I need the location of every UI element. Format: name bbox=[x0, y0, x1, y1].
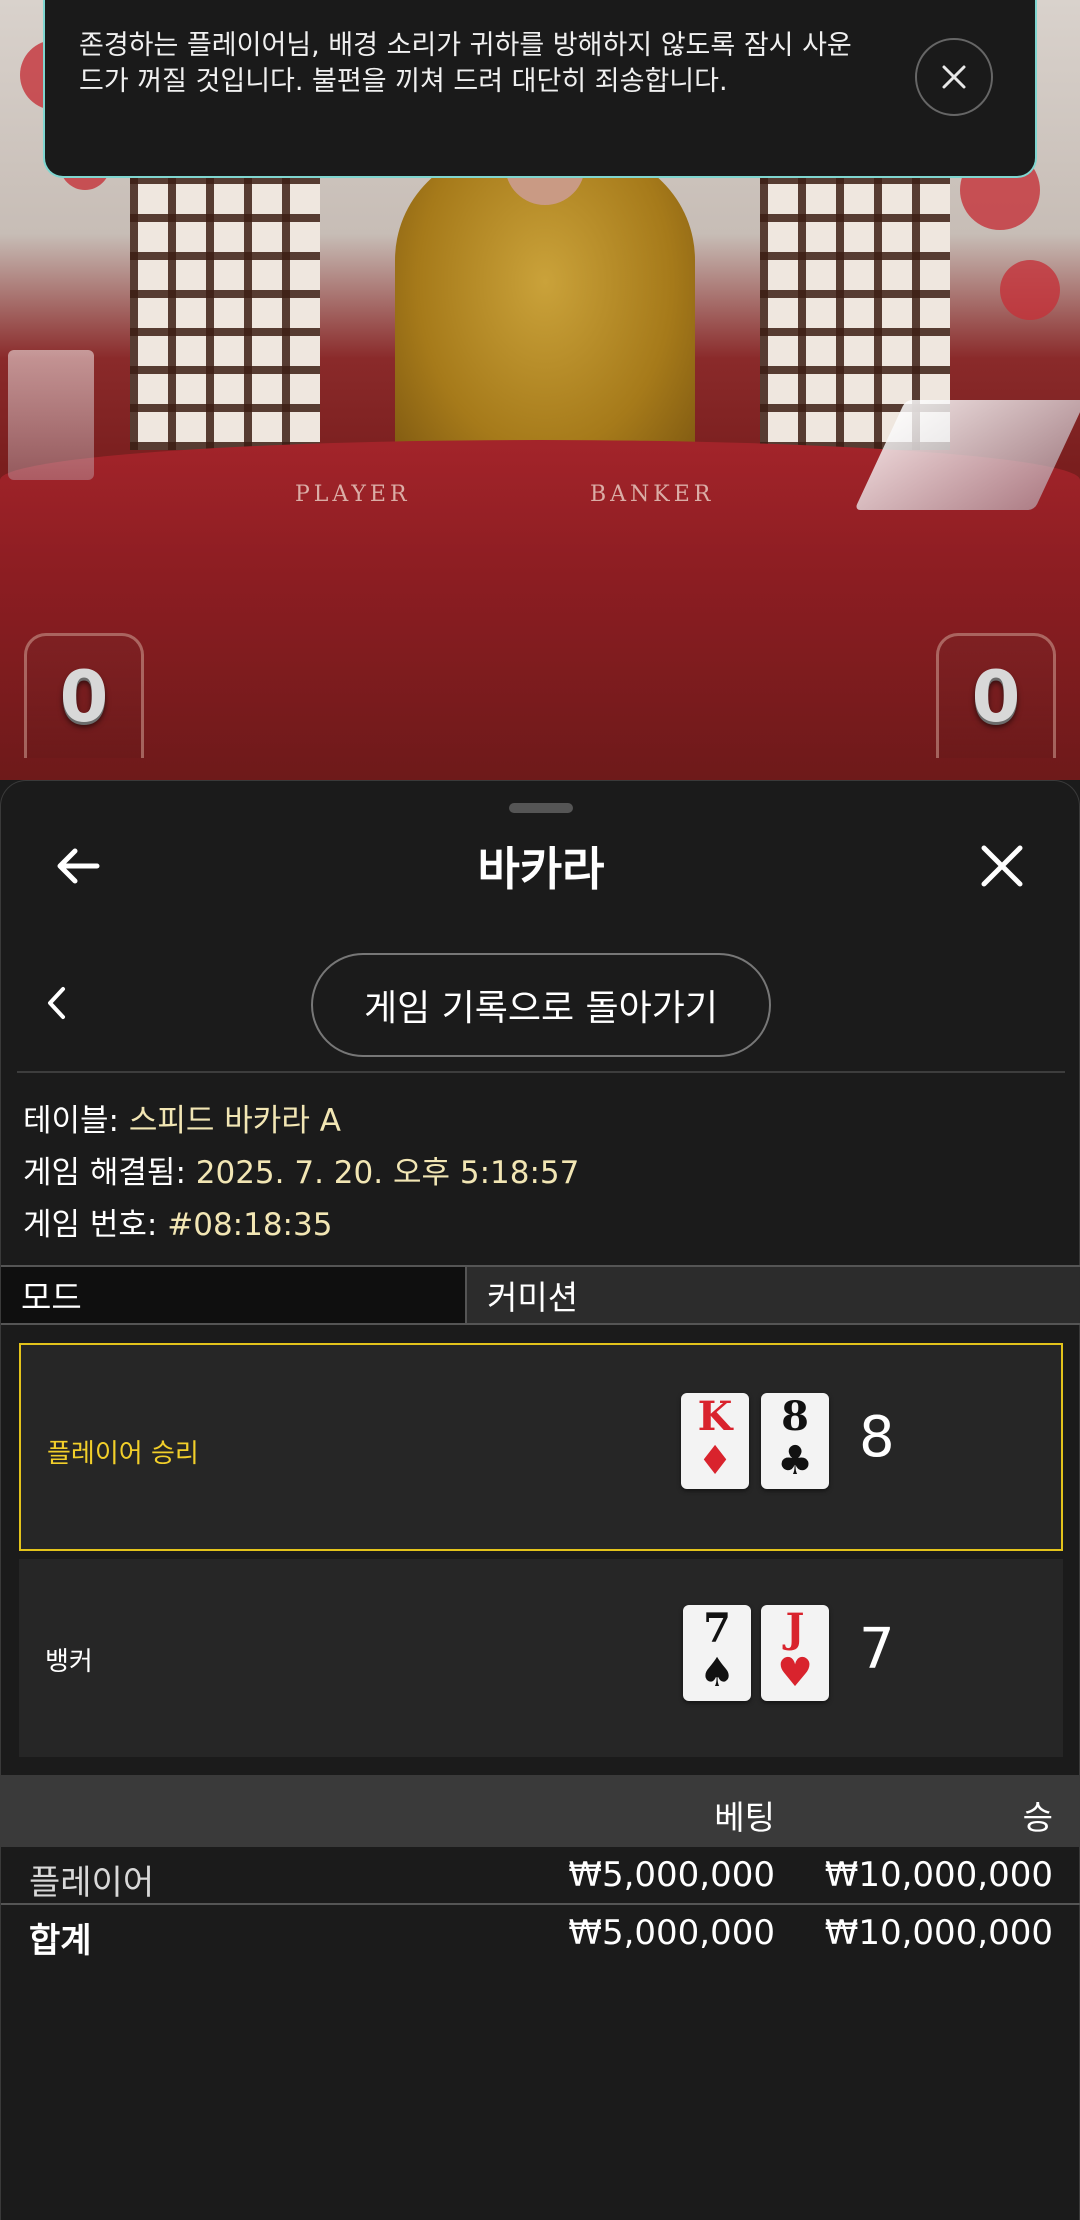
heart-suit-icon: ♥ bbox=[777, 1650, 813, 1696]
mode-row: 모드 커미션 bbox=[1, 1265, 1080, 1325]
blossom-decoration bbox=[1000, 260, 1060, 320]
sheet-drag-handle[interactable] bbox=[509, 803, 573, 813]
diamond-suit-icon: ♦ bbox=[697, 1438, 733, 1484]
win-amount: ₩10,000,000 bbox=[824, 1855, 1053, 1895]
felt-banker-label: BANKER bbox=[590, 482, 715, 507]
total-win-amount: ₩10,000,000 bbox=[824, 1913, 1053, 1953]
card-rank: 8 bbox=[781, 1393, 809, 1440]
game-number-value: #08:18:35 bbox=[167, 1207, 333, 1243]
banker-hand-total: 7 bbox=[859, 1617, 895, 1682]
card-rank: 7 bbox=[703, 1605, 731, 1652]
resolved-info-value: 2025. 7. 20. 오후 5:18:57 bbox=[195, 1155, 580, 1191]
banker-hand-row: 뱅커 7 ♠ J ♥ 7 bbox=[19, 1559, 1063, 1757]
mode-value: 커미션 bbox=[467, 1267, 1080, 1323]
game-number-label: 게임 번호: bbox=[23, 1207, 158, 1243]
total-label: 합계 bbox=[29, 1921, 92, 1961]
playing-card: 8 ♣ bbox=[761, 1393, 829, 1489]
bet-column-header: 베팅 bbox=[714, 1798, 775, 1837]
mode-label: 모드 bbox=[1, 1267, 467, 1323]
game-number-info: 게임 번호: #08:18:35 bbox=[23, 1199, 332, 1244]
close-icon bbox=[942, 65, 966, 89]
close-sheet-button[interactable] bbox=[977, 841, 1027, 891]
discard-tray bbox=[8, 350, 94, 480]
sound-notice-text: 존경하는 플레이어님, 배경 소리가 귀하를 방해하지 않도록 잠시 사운드가 … bbox=[79, 30, 852, 97]
banker-hand-label: 뱅커 bbox=[45, 1647, 93, 1677]
bet-name: 플레이어 bbox=[29, 1863, 155, 1903]
resolved-info-label: 게임 해결됨: bbox=[23, 1155, 186, 1191]
back-to-history-button[interactable]: 게임 기록으로 돌아가기 bbox=[311, 953, 771, 1057]
table-row: 플레이어 ₩5,000,000 ₩10,000,000 bbox=[1, 1849, 1080, 1905]
table-info: 테이블: 스피드 바카라 A bbox=[23, 1095, 341, 1140]
chevron-left-icon bbox=[48, 987, 65, 1019]
player-score-display: 0 bbox=[24, 633, 144, 758]
playing-card: 7 ♠ bbox=[683, 1605, 751, 1701]
bet-amount: ₩5,000,000 bbox=[568, 1855, 775, 1895]
playing-card: K ♦ bbox=[681, 1393, 749, 1489]
total-bet-amount: ₩5,000,000 bbox=[568, 1913, 775, 1953]
close-icon bbox=[981, 845, 1023, 887]
card-rank: J bbox=[785, 1605, 805, 1652]
bets-table-header: 베팅 승 bbox=[1, 1775, 1080, 1847]
card-rank: K bbox=[697, 1393, 733, 1440]
club-suit-icon: ♣ bbox=[777, 1438, 813, 1484]
player-hand-total: 8 bbox=[859, 1405, 895, 1470]
resolved-info: 게임 해결됨: 2025. 7. 20. 오후 5:18:57 bbox=[23, 1147, 579, 1192]
spade-suit-icon: ♠ bbox=[699, 1650, 735, 1696]
divider bbox=[17, 1071, 1065, 1073]
banker-score-display: 0 bbox=[936, 633, 1056, 758]
player-hand-label: 플레이어 승리 bbox=[47, 1439, 199, 1469]
toast-close-button[interactable] bbox=[915, 38, 993, 116]
game-history-sheet: 바카라 게임 기록으로 돌아가기 테이블: 스피드 바카라 A 게임 해결됨: … bbox=[0, 780, 1080, 2220]
playing-card: J ♥ bbox=[761, 1605, 829, 1701]
table-info-label: 테이블: bbox=[23, 1103, 120, 1139]
player-hand-row: 플레이어 승리 K ♦ 8 ♣ 8 bbox=[19, 1343, 1063, 1551]
sound-notice-toast: 존경하는 플레이어님, 배경 소리가 귀하를 방해하지 않도록 잠시 사운드가 … bbox=[43, 0, 1037, 178]
page-title: 바카라 bbox=[477, 842, 605, 896]
table-info-value: 스피드 바카라 A bbox=[128, 1103, 341, 1139]
felt-player-label: PLAYER bbox=[295, 482, 411, 507]
win-column-header: 승 bbox=[1022, 1798, 1053, 1837]
previous-game-button[interactable] bbox=[41, 983, 71, 1023]
total-row: 합계 ₩5,000,000 ₩10,000,000 bbox=[1, 1907, 1080, 1963]
